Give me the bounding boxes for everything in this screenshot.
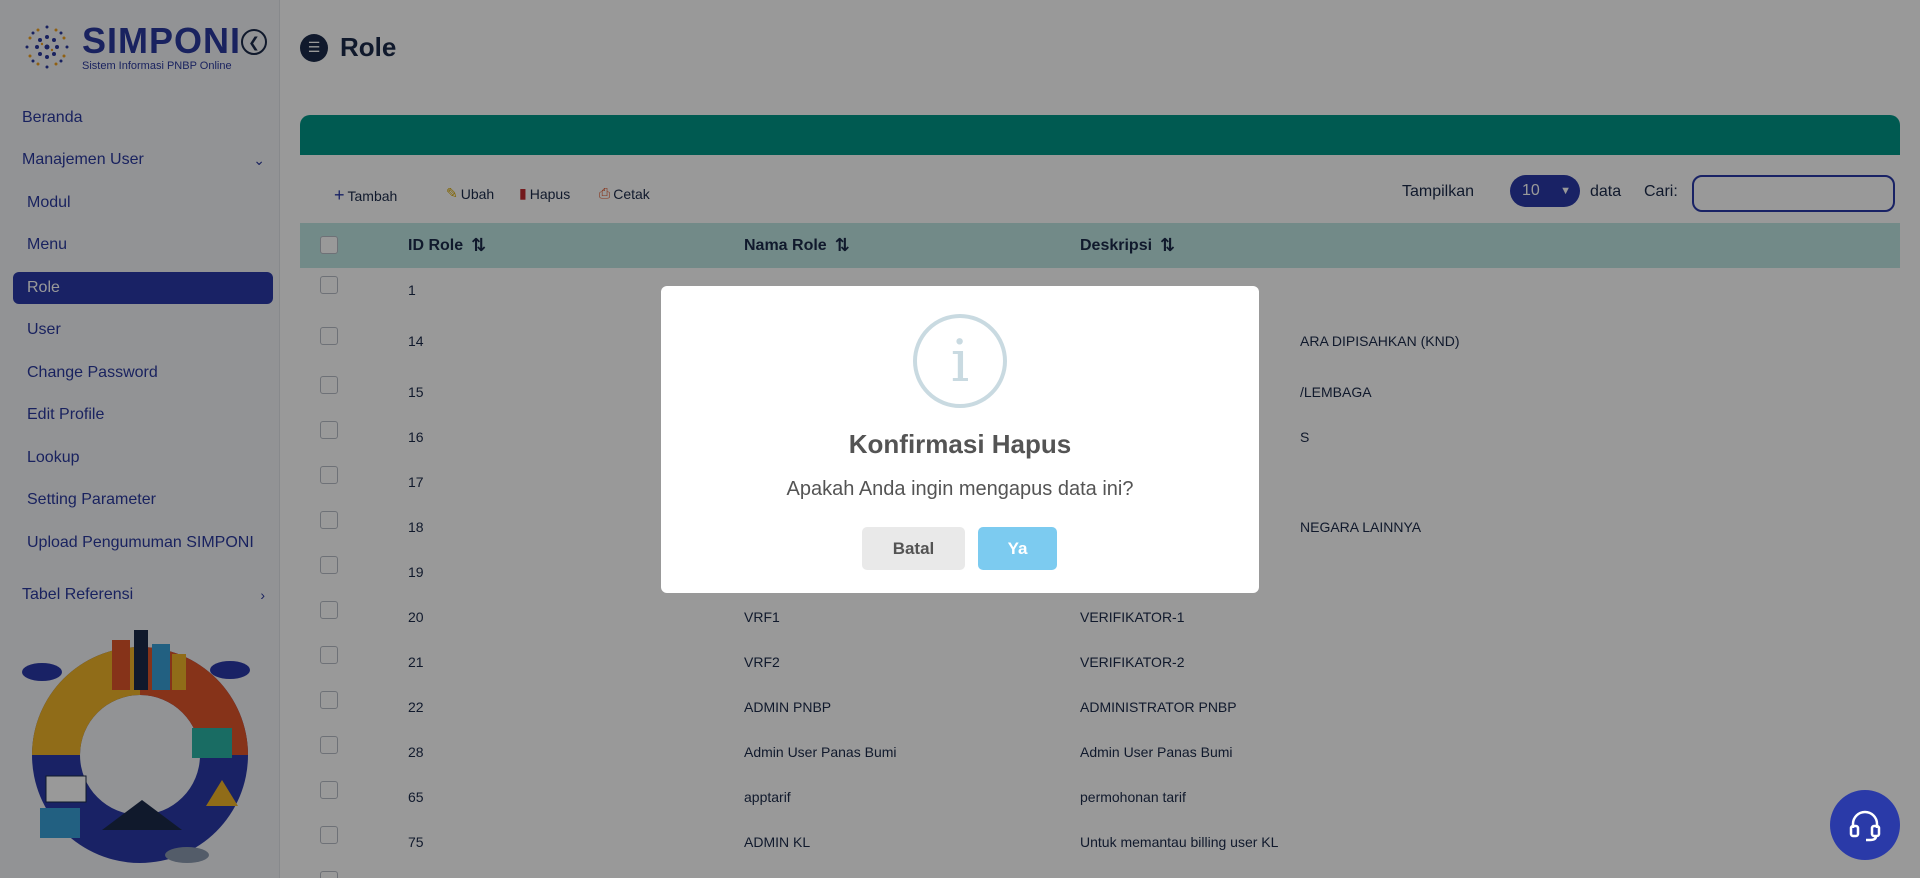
headset-icon xyxy=(1849,810,1881,842)
help-button[interactable] xyxy=(1830,790,1900,860)
cancel-button[interactable]: Batal xyxy=(862,527,965,570)
confirm-button[interactable]: Ya xyxy=(978,527,1057,570)
dialog-title: Konfirmasi Hapus xyxy=(848,429,1072,459)
dialog-message: Apakah Anda ingin mengapus data ini? xyxy=(786,478,1134,500)
delete-confirm-dialog: i Konfirmasi Hapus Apakah Anda ingin men… xyxy=(661,286,1259,593)
info-icon: i xyxy=(913,314,1007,408)
